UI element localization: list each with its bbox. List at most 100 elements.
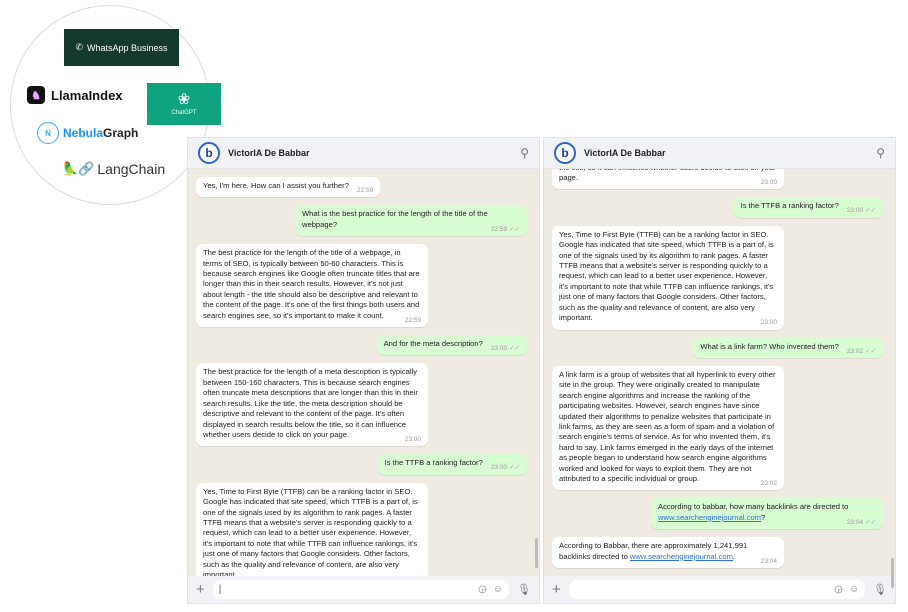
message-time: 23:04 — [846, 518, 864, 526]
incoming-message: Yes, Time to First Byte (TTFB) can be a … — [552, 225, 784, 330]
message-text: The best practice for the length of a me… — [203, 367, 418, 439]
message-text: The best practice for the length of the … — [203, 248, 420, 320]
message-text: According to babbar, how many backlinks … — [658, 502, 849, 512]
nebulagraph-logo: N NebulaGraph — [37, 122, 138, 144]
message-meta: 23:04 — [761, 557, 777, 567]
logo-text: ChatGPT — [171, 110, 197, 116]
message-text: Yes, Time to First Byte (TTFB) can be a … — [203, 486, 418, 576]
chat-header[interactable]: b VictorIA De Babbar ⚲ — [544, 138, 895, 169]
message-meta: 23:00 ✓✓ — [491, 344, 520, 354]
message-text: Is the TTFB a ranking factor? — [384, 458, 483, 468]
chat-window-right: b VictorIA De Babbar ⚲ content of the pa… — [543, 137, 896, 604]
message-text: ? — [761, 512, 766, 522]
message-time: 23:00 — [404, 435, 421, 443]
message-text: What is the best practice for the length… — [302, 209, 488, 229]
avatar[interactable]: b — [554, 142, 576, 164]
message-meta: 23:02 — [761, 479, 777, 489]
message-time: 23:04 — [760, 557, 777, 565]
message-time: 23:00 — [490, 464, 508, 472]
message-meta: 23:00 — [761, 178, 777, 188]
message-link[interactable]: www.searchenginejournal.com — [630, 552, 733, 561]
outgoing-message: What is the best practice for the length… — [295, 205, 527, 237]
incoming-message: Yes, I'm here. How can I assist you furt… — [196, 177, 381, 198]
scrollbar[interactable] — [535, 538, 538, 568]
microphone-icon[interactable]: 🎙 — [517, 583, 531, 596]
outgoing-message: And for the meta description? 23:00 ✓✓ — [376, 335, 527, 356]
message-list: content of the page. It's often displaye… — [544, 169, 895, 576]
double-check-icon: ✓✓ — [509, 225, 520, 233]
message-text: Is the TTFB a ranking factor? — [740, 201, 839, 211]
scrollbar[interactable] — [891, 558, 894, 588]
outgoing-message: According to babbar, how many backlinks … — [651, 498, 883, 530]
message-text: content of the page. It's often displaye… — [559, 169, 776, 183]
message-time: 23:02 — [760, 479, 777, 487]
message-input[interactable]: | ◶ ☺ — [212, 580, 510, 599]
logo-text: Nebula — [63, 126, 104, 140]
double-check-icon: ✓✓ — [865, 518, 876, 526]
nebula-icon: N — [37, 122, 59, 144]
outgoing-message: Is the TTFB a ranking factor? 23:00 ✓✓ — [377, 454, 527, 475]
message-text: And for the meta description? — [383, 339, 483, 349]
logo-text: LlamaIndex — [51, 87, 123, 103]
logo-text: LangChain — [97, 161, 166, 177]
message-meta: 23:00 — [405, 435, 421, 445]
message-text: . — [732, 551, 736, 561]
sticker-icon[interactable]: ◶ — [834, 584, 843, 595]
incoming-message: A link farm is a group of websites that … — [552, 365, 784, 491]
chat-window-left: b VictorIA De Babbar ⚲ Yes, I'm here. Ho… — [187, 137, 540, 604]
parrot-chain-icon: 🦜🔗 — [62, 161, 95, 176]
message-link[interactable]: www.searchenginejournal.com — [658, 513, 761, 522]
message-input[interactable]: ◶ ☺ — [568, 580, 866, 599]
message-text: Yes, Time to First Byte (TTFB) can be a … — [559, 229, 774, 323]
emoji-icon[interactable]: ☺ — [849, 584, 859, 595]
whatsapp-icon: ✆ — [75, 42, 83, 52]
message-time: 23:00 — [760, 179, 777, 187]
message-meta: 22:59 — [357, 186, 373, 196]
double-check-icon: ✓✓ — [865, 347, 876, 355]
message-text: What is a link farm? Who invented them? — [700, 341, 839, 351]
langchain-logo: 🦜🔗 LangChain — [62, 161, 165, 177]
message-meta: 23:00 — [761, 318, 777, 328]
search-icon[interactable]: ⚲ — [520, 146, 529, 160]
contact-name: VictorIA De Babbar — [228, 148, 310, 158]
message-time: 22:59 — [404, 316, 421, 324]
avatar[interactable]: b — [198, 142, 220, 164]
message-meta: 22:59 ✓✓ — [491, 225, 520, 235]
message-meta: 23:04 ✓✓ — [847, 518, 876, 528]
microphone-icon[interactable]: 🎙 — [873, 583, 887, 596]
contact-name: VictorIA De Babbar — [584, 148, 666, 158]
logo-text: Graph — [103, 126, 139, 140]
outgoing-message: What is a link farm? Who invented them? 2… — [693, 337, 883, 358]
plus-icon[interactable]: + — [196, 581, 205, 598]
double-check-icon: ✓✓ — [509, 464, 520, 472]
emoji-icon[interactable]: ☺ — [493, 584, 503, 595]
message-time: 23:00 — [760, 319, 777, 327]
compose-bar: + ◶ ☺ 🎙 — [544, 576, 895, 603]
sticker-icon[interactable]: ◶ — [478, 584, 487, 595]
message-time: 23:00 — [846, 207, 864, 215]
openai-icon: ❀ — [177, 91, 191, 108]
double-check-icon: ✓✓ — [509, 345, 520, 353]
search-icon[interactable]: ⚲ — [876, 146, 885, 160]
message-list: Yes, I'm here. How can I assist you furt… — [188, 169, 539, 576]
message-meta: 22:59 — [405, 316, 421, 326]
message-text: A link farm is a group of websites that … — [559, 369, 776, 483]
incoming-message: According to Babbar, there are approxima… — [552, 537, 784, 568]
incoming-message: content of the page. It's often displaye… — [552, 169, 784, 190]
chat-header[interactable]: b VictorIA De Babbar ⚲ — [188, 138, 539, 169]
plus-icon[interactable]: + — [552, 581, 561, 598]
message-time: 23:02 — [846, 347, 864, 355]
logo-text: WhatsApp Business — [87, 42, 168, 53]
message-text: Yes, I'm here. How can I assist you furt… — [203, 181, 349, 190]
compose-bar: + | ◶ ☺ 🎙 — [188, 576, 539, 603]
text-cursor: | — [218, 584, 222, 595]
incoming-message: The best practice for the length of a me… — [196, 363, 428, 447]
message-time: 22:59 — [356, 187, 374, 194]
incoming-message: Yes, Time to First Byte (TTFB) can be a … — [196, 482, 428, 576]
message-meta: 23:02 ✓✓ — [847, 347, 876, 357]
incoming-message: The best practice for the length of the … — [196, 244, 428, 328]
message-meta: 23:00 ✓✓ — [847, 206, 876, 216]
double-check-icon: ✓✓ — [865, 207, 876, 215]
llama-icon: ♞ — [27, 86, 45, 104]
outgoing-message: Is the TTFB a ranking factor? 23:00 ✓✓ — [733, 197, 883, 218]
